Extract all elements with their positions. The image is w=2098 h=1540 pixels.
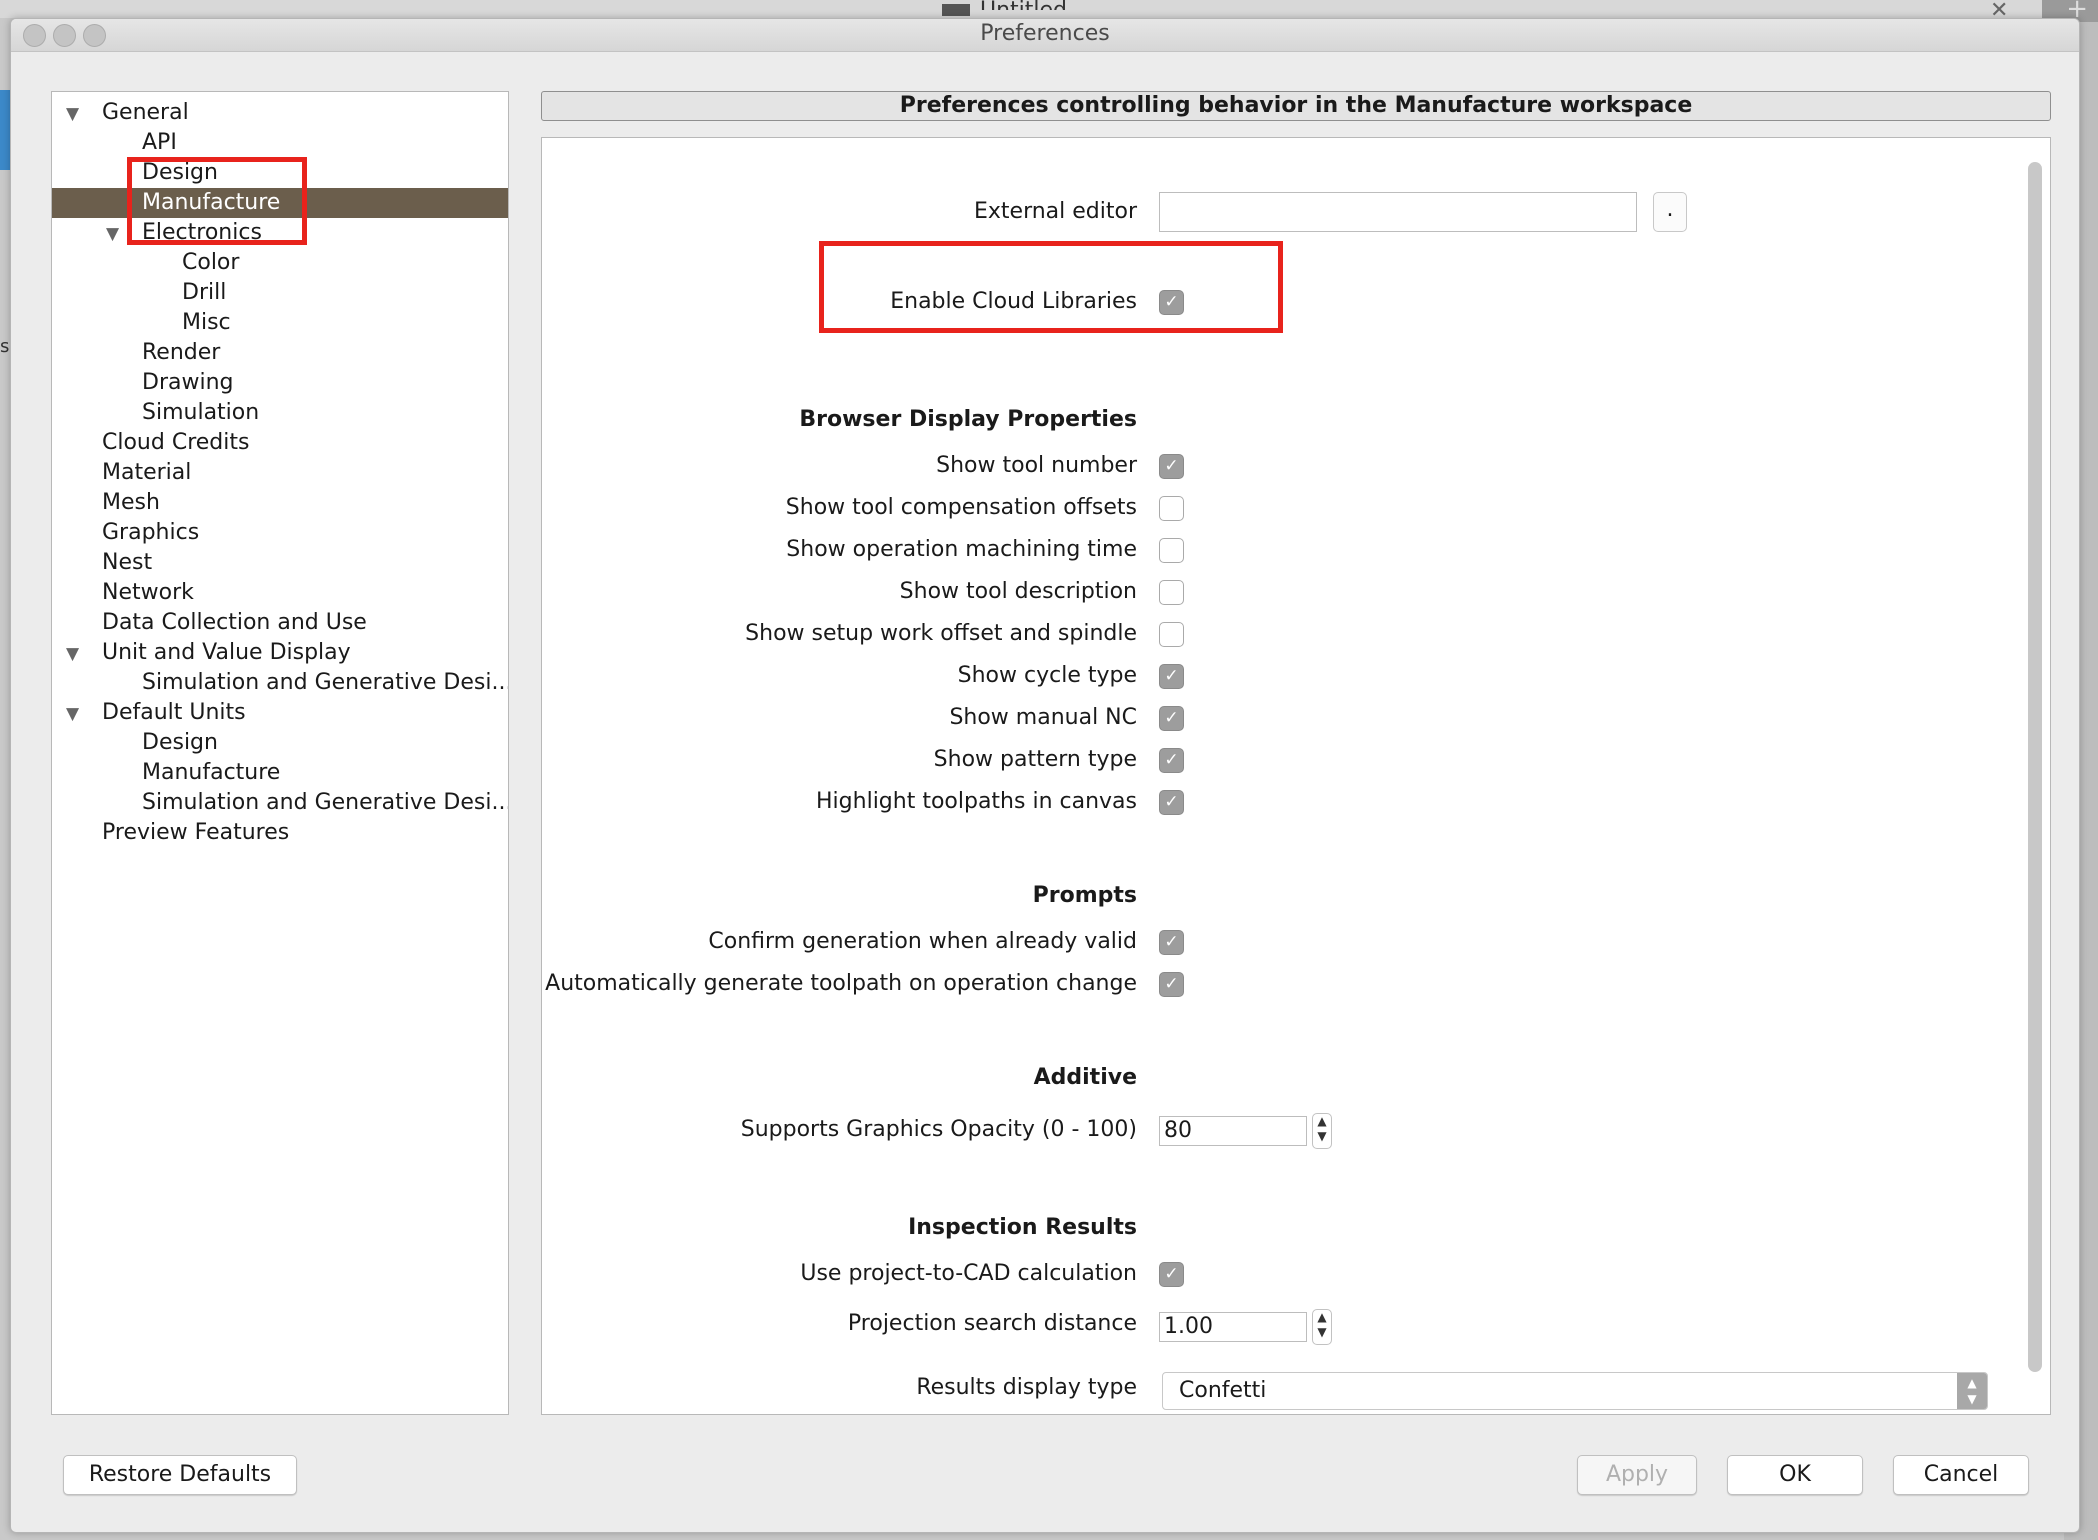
tree-item-units-design[interactable]: Design: [52, 728, 508, 758]
disclosure-triangle-icon[interactable]: ▼: [66, 699, 79, 729]
show-tool-description-checkbox[interactable]: [1159, 580, 1184, 605]
show-setup-work-offset-checkbox[interactable]: [1159, 622, 1184, 647]
disclosure-triangle-icon[interactable]: ▼: [66, 99, 79, 129]
highlight-annotation-cloud-libraries: [819, 241, 1283, 333]
checkmark-icon: ✓: [1164, 974, 1179, 994]
auto-generate-toolpath-label: Automatically generate toolpath on opera…: [545, 971, 1137, 996]
project-to-cad-label: Use project-to-CAD calculation: [800, 1261, 1137, 1286]
additive-section-title: Additive: [1033, 1065, 1137, 1090]
tree-item-units-manufacture[interactable]: Manufacture: [52, 758, 508, 788]
ok-button[interactable]: OK: [1727, 1455, 1863, 1495]
tree-item-drill[interactable]: Drill: [52, 278, 508, 308]
manufacture-preferences-panel: External editor . Enable Cloud Libraries…: [541, 137, 2051, 1415]
tree-item-sim-generative[interactable]: Simulation and Generative Desi...: [52, 668, 508, 698]
show-tool-compensation-label: Show tool compensation offsets: [785, 495, 1137, 520]
inspection-section-title: Inspection Results: [908, 1215, 1137, 1240]
background-document-icon: [942, 4, 970, 16]
show-pattern-type-label: Show pattern type: [933, 747, 1137, 772]
projection-search-distance-label: Projection search distance: [847, 1311, 1137, 1336]
checkmark-icon: ✓: [1164, 708, 1179, 728]
show-machining-time-checkbox[interactable]: [1159, 538, 1184, 563]
browser-display-section-title: Browser Display Properties: [799, 407, 1137, 432]
tree-item-api[interactable]: API: [52, 128, 508, 158]
tree-item-mesh[interactable]: Mesh: [52, 488, 508, 518]
tree-item-default-units[interactable]: ▼ Default Units: [52, 698, 508, 728]
show-tool-compensation-checkbox[interactable]: [1159, 496, 1184, 521]
checkmark-icon: ✓: [1164, 456, 1179, 476]
up-down-arrows-icon[interactable]: ▲ ▼: [1957, 1373, 1987, 1409]
chevron-up-icon[interactable]: ▲: [1317, 1114, 1326, 1128]
highlight-toolpaths-checkbox[interactable]: ✓: [1159, 790, 1184, 815]
tree-item-graphics[interactable]: Graphics: [52, 518, 508, 548]
show-manual-nc-checkbox[interactable]: ✓: [1159, 706, 1184, 731]
external-editor-browse-button[interactable]: .: [1653, 192, 1687, 232]
tree-item-nest[interactable]: Nest: [52, 548, 508, 578]
background-window-title: Untitled: [980, 0, 1067, 10]
disclosure-triangle-icon[interactable]: ▼: [106, 219, 119, 249]
tree-item-color[interactable]: Color: [52, 248, 508, 278]
tree-item-simulation[interactable]: Simulation: [52, 398, 508, 428]
show-tool-number-label: Show tool number: [936, 453, 1137, 478]
checkmark-icon: ✓: [1164, 932, 1179, 952]
title-bar: Preferences: [11, 19, 2079, 52]
tree-item-material[interactable]: Material: [52, 458, 508, 488]
checkmark-icon: ✓: [1164, 1264, 1179, 1284]
show-pattern-type-checkbox[interactable]: ✓: [1159, 748, 1184, 773]
tree-item-drawing[interactable]: Drawing: [52, 368, 508, 398]
tree-item-units-sim-generative[interactable]: Simulation and Generative Desi...: [52, 788, 508, 818]
tree-item-unit-value-display[interactable]: ▼ Unit and Value Display: [52, 638, 508, 668]
window-title: Preferences: [980, 21, 1110, 46]
preferences-dialog: Preferences ▼ General API Design Manufact…: [10, 18, 2080, 1533]
external-editor-input[interactable]: [1159, 192, 1637, 232]
results-display-type-value: Confetti: [1179, 1378, 1267, 1403]
confirm-generation-checkbox[interactable]: ✓: [1159, 930, 1184, 955]
apply-button[interactable]: Apply: [1577, 1455, 1697, 1495]
tree-item-data-collection[interactable]: Data Collection and Use: [52, 608, 508, 638]
checkmark-icon: ✓: [1164, 750, 1179, 770]
tree-item-render[interactable]: Render: [52, 338, 508, 368]
supports-opacity-label: Supports Graphics Opacity (0 - 100): [740, 1117, 1137, 1142]
tree-item-misc[interactable]: Misc: [52, 308, 508, 338]
preferences-tree: ▼ General API Design Manufacture ▼ Electro…: [51, 91, 509, 1415]
cancel-button[interactable]: Cancel: [1893, 1455, 2029, 1495]
highlight-annotation-tree: [127, 157, 307, 245]
supports-opacity-stepper[interactable]: ▲ ▼: [1312, 1113, 1332, 1149]
tree-item-general[interactable]: ▼ General: [52, 98, 508, 128]
disclosure-triangle-icon[interactable]: ▼: [66, 639, 79, 669]
results-display-type-label: Results display type: [916, 1375, 1137, 1400]
results-display-type-select[interactable]: Confetti ▲ ▼: [1162, 1372, 1988, 1410]
supports-opacity-input[interactable]: 80: [1159, 1116, 1307, 1146]
show-cycle-type-label: Show cycle type: [957, 663, 1137, 688]
tree-item-network[interactable]: Network: [52, 578, 508, 608]
project-to-cad-checkbox[interactable]: ✓: [1159, 1262, 1184, 1287]
chevron-down-icon[interactable]: ▼: [1317, 1129, 1326, 1143]
external-editor-label: External editor: [973, 199, 1137, 224]
auto-generate-toolpath-checkbox[interactable]: ✓: [1159, 972, 1184, 997]
background-left-letter: s: [0, 336, 10, 357]
chevron-up-icon[interactable]: ▲: [1317, 1310, 1326, 1324]
workspace-header: Preferences controlling behavior in the …: [541, 91, 2051, 121]
show-tool-number-checkbox[interactable]: ✓: [1159, 454, 1184, 479]
projection-search-distance-input[interactable]: 1.00: [1159, 1312, 1307, 1342]
tree-item-cloud-credits[interactable]: Cloud Credits: [52, 428, 508, 458]
confirm-generation-label: Confirm generation when already valid: [708, 929, 1137, 954]
chevron-down-icon[interactable]: ▼: [1317, 1325, 1326, 1339]
show-manual-nc-label: Show manual NC: [949, 705, 1137, 730]
prompts-section-title: Prompts: [1032, 883, 1137, 908]
show-machining-time-label: Show operation machining time: [786, 537, 1137, 562]
highlight-toolpaths-label: Highlight toolpaths in canvas: [816, 789, 1137, 814]
projection-search-distance-stepper[interactable]: ▲ ▼: [1312, 1309, 1332, 1345]
show-tool-description-label: Show tool description: [899, 579, 1137, 604]
show-cycle-type-checkbox[interactable]: ✓: [1159, 664, 1184, 689]
checkmark-icon: ✓: [1164, 792, 1179, 812]
tree-item-preview-features[interactable]: Preview Features: [52, 818, 508, 848]
show-setup-work-offset-label: Show setup work offset and spindle: [745, 621, 1137, 646]
restore-defaults-button[interactable]: Restore Defaults: [63, 1455, 297, 1495]
vertical-scrollbar[interactable]: [2028, 162, 2042, 1372]
checkmark-icon: ✓: [1164, 666, 1179, 686]
